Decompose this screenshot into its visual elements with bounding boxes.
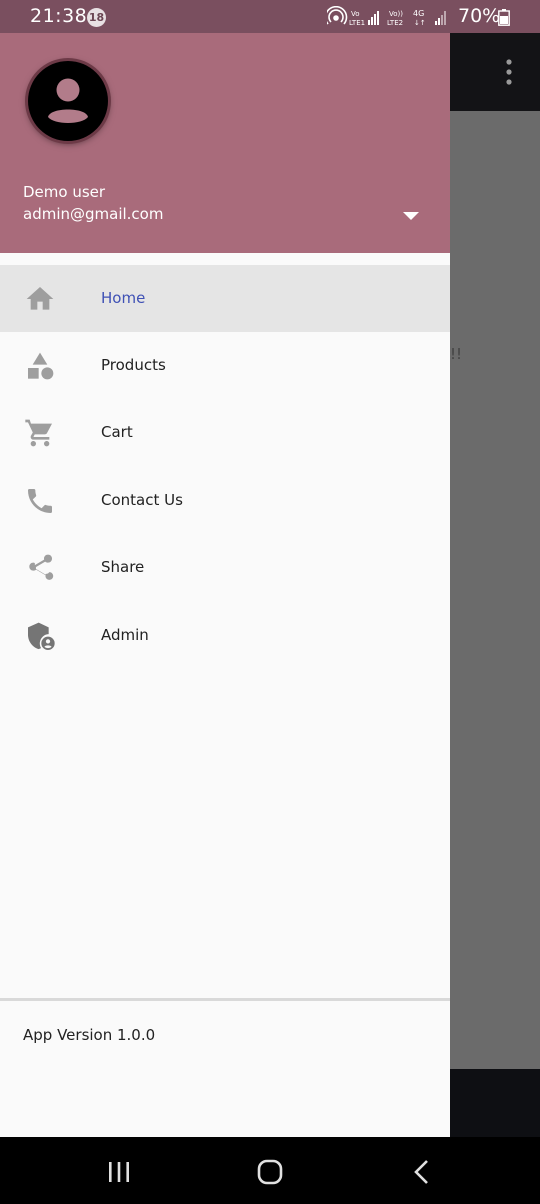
- app-bottom-bar: [450, 1069, 540, 1137]
- recent-apps-icon[interactable]: [107, 1161, 131, 1183]
- nav-item-label: Share: [101, 558, 145, 576]
- app-content-scrim[interactable]: [450, 33, 540, 1137]
- nav-item-cart[interactable]: Cart: [0, 399, 450, 466]
- nav-item-admin[interactable]: Admin: [0, 602, 450, 669]
- nav-item-label: Admin: [101, 626, 149, 644]
- category-icon: [28, 352, 54, 380]
- overflow-menu-icon[interactable]: [506, 59, 512, 85]
- svg-text:Vo: Vo: [351, 10, 360, 18]
- svg-text:LTE2: LTE2: [387, 19, 403, 27]
- nav-item-label: Cart: [101, 423, 133, 441]
- svg-text:4G: 4G: [413, 9, 424, 18]
- nav-item-label: Products: [101, 356, 166, 374]
- status-time: 21:38: [30, 5, 88, 27]
- account-dropdown-icon[interactable]: [402, 211, 420, 221]
- user-name: Demo user: [23, 183, 106, 201]
- battery-percentage: 70%: [458, 5, 501, 27]
- nav-item-home[interactable]: Home: [0, 265, 450, 332]
- nav-item-label: Home: [101, 289, 146, 307]
- status-bar: 21:38 18 Vo LTE1 Vo)) LTE2 4G ↓↑ 70%: [0, 0, 540, 33]
- avatar[interactable]: [28, 61, 108, 141]
- battery-icon: [498, 9, 510, 26]
- nav-item-label: Contact Us: [101, 491, 183, 509]
- nav-item-share[interactable]: Share: [0, 534, 450, 601]
- system-navigation-bar: [0, 1137, 540, 1204]
- home-icon: [26, 287, 54, 310]
- person-icon: [30, 63, 106, 139]
- drawer-header: Demo user admin@gmail.com: [0, 33, 450, 253]
- svg-text:Vo)): Vo)): [389, 10, 403, 18]
- home-button-icon[interactable]: [257, 1159, 283, 1185]
- share-icon: [29, 554, 54, 580]
- drawer-footer-divider: [0, 998, 450, 1001]
- user-email: admin@gmail.com: [23, 205, 164, 223]
- admin-shield-icon: [28, 622, 55, 650]
- nav-item-contact-us[interactable]: Contact Us: [0, 467, 450, 534]
- cart-icon: [25, 419, 52, 447]
- phone-icon: [28, 489, 52, 513]
- app-version-text: App Version 1.0.0: [23, 1026, 156, 1044]
- notification-count-badge: 18: [87, 8, 106, 27]
- app-welcome-text-fragment: !!: [450, 345, 463, 363]
- svg-text:LTE1: LTE1: [349, 19, 365, 27]
- svg-text:↓↑: ↓↑: [414, 19, 426, 27]
- navigation-drawer: Demo user admin@gmail.com Home Products …: [0, 33, 450, 1137]
- nav-item-products[interactable]: Products: [0, 332, 450, 399]
- app-toolbar: [450, 33, 540, 111]
- network-signal-icon: Vo LTE1 Vo)) LTE2 4G ↓↑: [327, 6, 446, 27]
- back-icon[interactable]: [412, 1159, 430, 1185]
